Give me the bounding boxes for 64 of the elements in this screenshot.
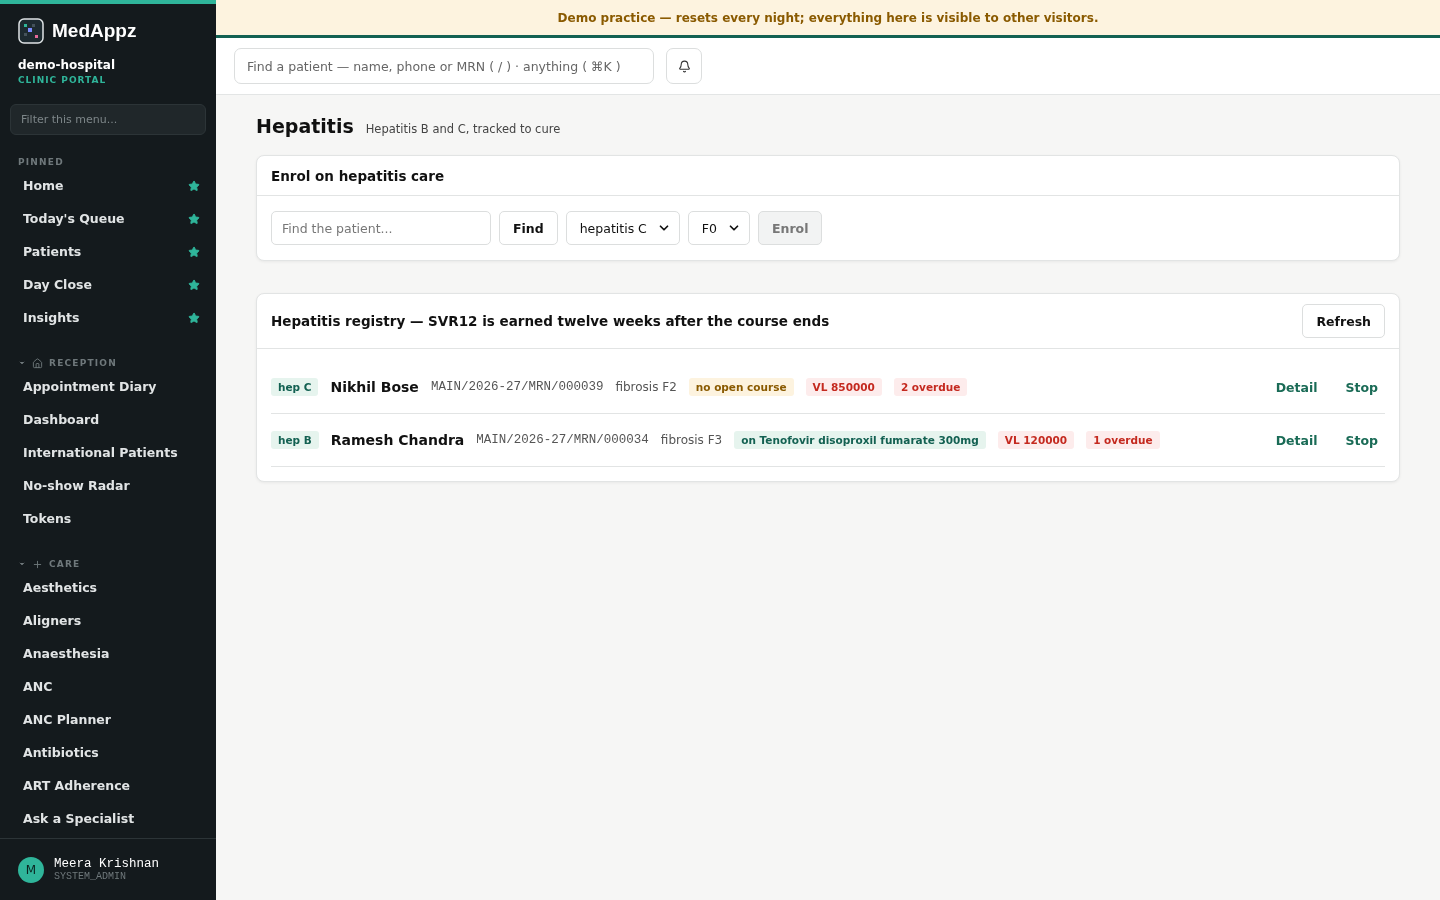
card-title: Enrol on hepatitis care <box>271 167 445 184</box>
action-link[interactable]: Detail <box>1268 379 1325 395</box>
action-link[interactable]: Stop <box>1338 432 1385 448</box>
section-title: CARE <box>49 559 81 569</box>
nav-item[interactable]: Dashboard <box>0 403 216 436</box>
page-title: Hepatitis <box>256 115 354 137</box>
patient-name: Ramesh Chandra <box>330 432 465 448</box>
bell-icon <box>677 59 691 73</box>
type-tag: hep B <box>271 431 319 449</box>
action-link[interactable]: Detail <box>1268 432 1325 448</box>
page-subtitle: Hepatitis B and C, tracked to cure <box>365 122 561 136</box>
nav-item[interactable]: Appointment Diary <box>0 370 216 403</box>
search-field[interactable]: Find a patient — name, phone or MRN ( / ) · anything ( ⌘K ) <box>234 48 654 84</box>
org-name: demo-hospital <box>17 57 117 72</box>
filter-field[interactable]: Filter this menu... <box>10 104 206 135</box>
nav-item[interactable]: ART Adherence <box>0 769 216 802</box>
nav-item[interactable]: Antibiotics <box>0 736 216 769</box>
type-tag: hep C <box>271 378 319 396</box>
nav-item[interactable]: Insights <box>0 301 216 334</box>
status-tag: VL 120000 <box>997 431 1075 449</box>
find-button[interactable]: Find <box>499 211 558 245</box>
nav-item[interactable]: Ask a Specialist <box>0 802 216 835</box>
nav-item[interactable]: ANC Planner <box>0 703 216 736</box>
status-tag: 1 overdue <box>1086 431 1160 449</box>
brand-name: MedAppz <box>52 20 137 42</box>
plus-icon <box>32 558 43 570</box>
refresh-button[interactable]: Refresh <box>1302 304 1385 338</box>
nav-item[interactable]: ANC <box>0 670 216 703</box>
patient-field[interactable]: Find the patient... <box>271 211 491 245</box>
grid-logo-icon <box>18 18 44 44</box>
nav-item[interactable]: Day Close <box>0 268 216 301</box>
section-title: RECEPTION <box>49 358 117 368</box>
notifications-button[interactable] <box>666 48 702 84</box>
patient-name: Nikhil Bose <box>330 379 419 395</box>
stage-select[interactable]: F0 <box>687 211 750 245</box>
avatar: M <box>18 856 44 883</box>
nav-item[interactable]: International Patients <box>0 436 216 469</box>
fibrosis-text: fibrosis F2 <box>615 380 677 394</box>
caret-icon[interactable] <box>18 560 26 568</box>
status-tag: 2 overdue <box>893 378 968 396</box>
house-icon <box>32 357 43 369</box>
nav-item[interactable]: Today's Queue <box>0 202 216 235</box>
section-title: PINNED <box>18 157 64 167</box>
nav-item[interactable]: Home <box>0 169 216 202</box>
action-link[interactable]: Stop <box>1338 379 1385 395</box>
demo-banner: Demo practice — resets every night; everything here is visible to other visitors. <box>216 0 1440 38</box>
nav-item[interactable]: No-show Radar <box>0 469 216 502</box>
card-title: Hepatitis registry — SVR12 is earned twelve weeks after the course ends <box>271 313 830 329</box>
status-tag: no open course <box>688 378 794 396</box>
status-tag: VL 850000 <box>805 378 882 396</box>
nav-item[interactable]: Aesthetics <box>0 571 216 604</box>
user-role: SYSTEM_ADMIN <box>54 871 127 882</box>
nav-item[interactable]: Aligners <box>0 604 216 637</box>
nav-item[interactable]: Tokens <box>0 502 216 535</box>
nav-item[interactable]: Patients <box>0 235 216 268</box>
portal-label: CLINIC PORTAL <box>17 74 108 85</box>
fibrosis-text: fibrosis F3 <box>660 433 723 447</box>
mrn-text: MAIN/2026-27/MRN/000034 <box>476 433 649 447</box>
mrn-text: MAIN/2026-27/MRN/000039 <box>430 380 604 394</box>
caret-icon[interactable] <box>18 359 26 367</box>
type-select[interactable]: hepatitis C <box>565 211 680 245</box>
user-name: Meera Krishnan <box>54 857 160 871</box>
nav-item[interactable]: Anaesthesia <box>0 637 216 670</box>
status-tag: on Tenofovir disoproxil fumarate 300mg <box>734 431 986 449</box>
